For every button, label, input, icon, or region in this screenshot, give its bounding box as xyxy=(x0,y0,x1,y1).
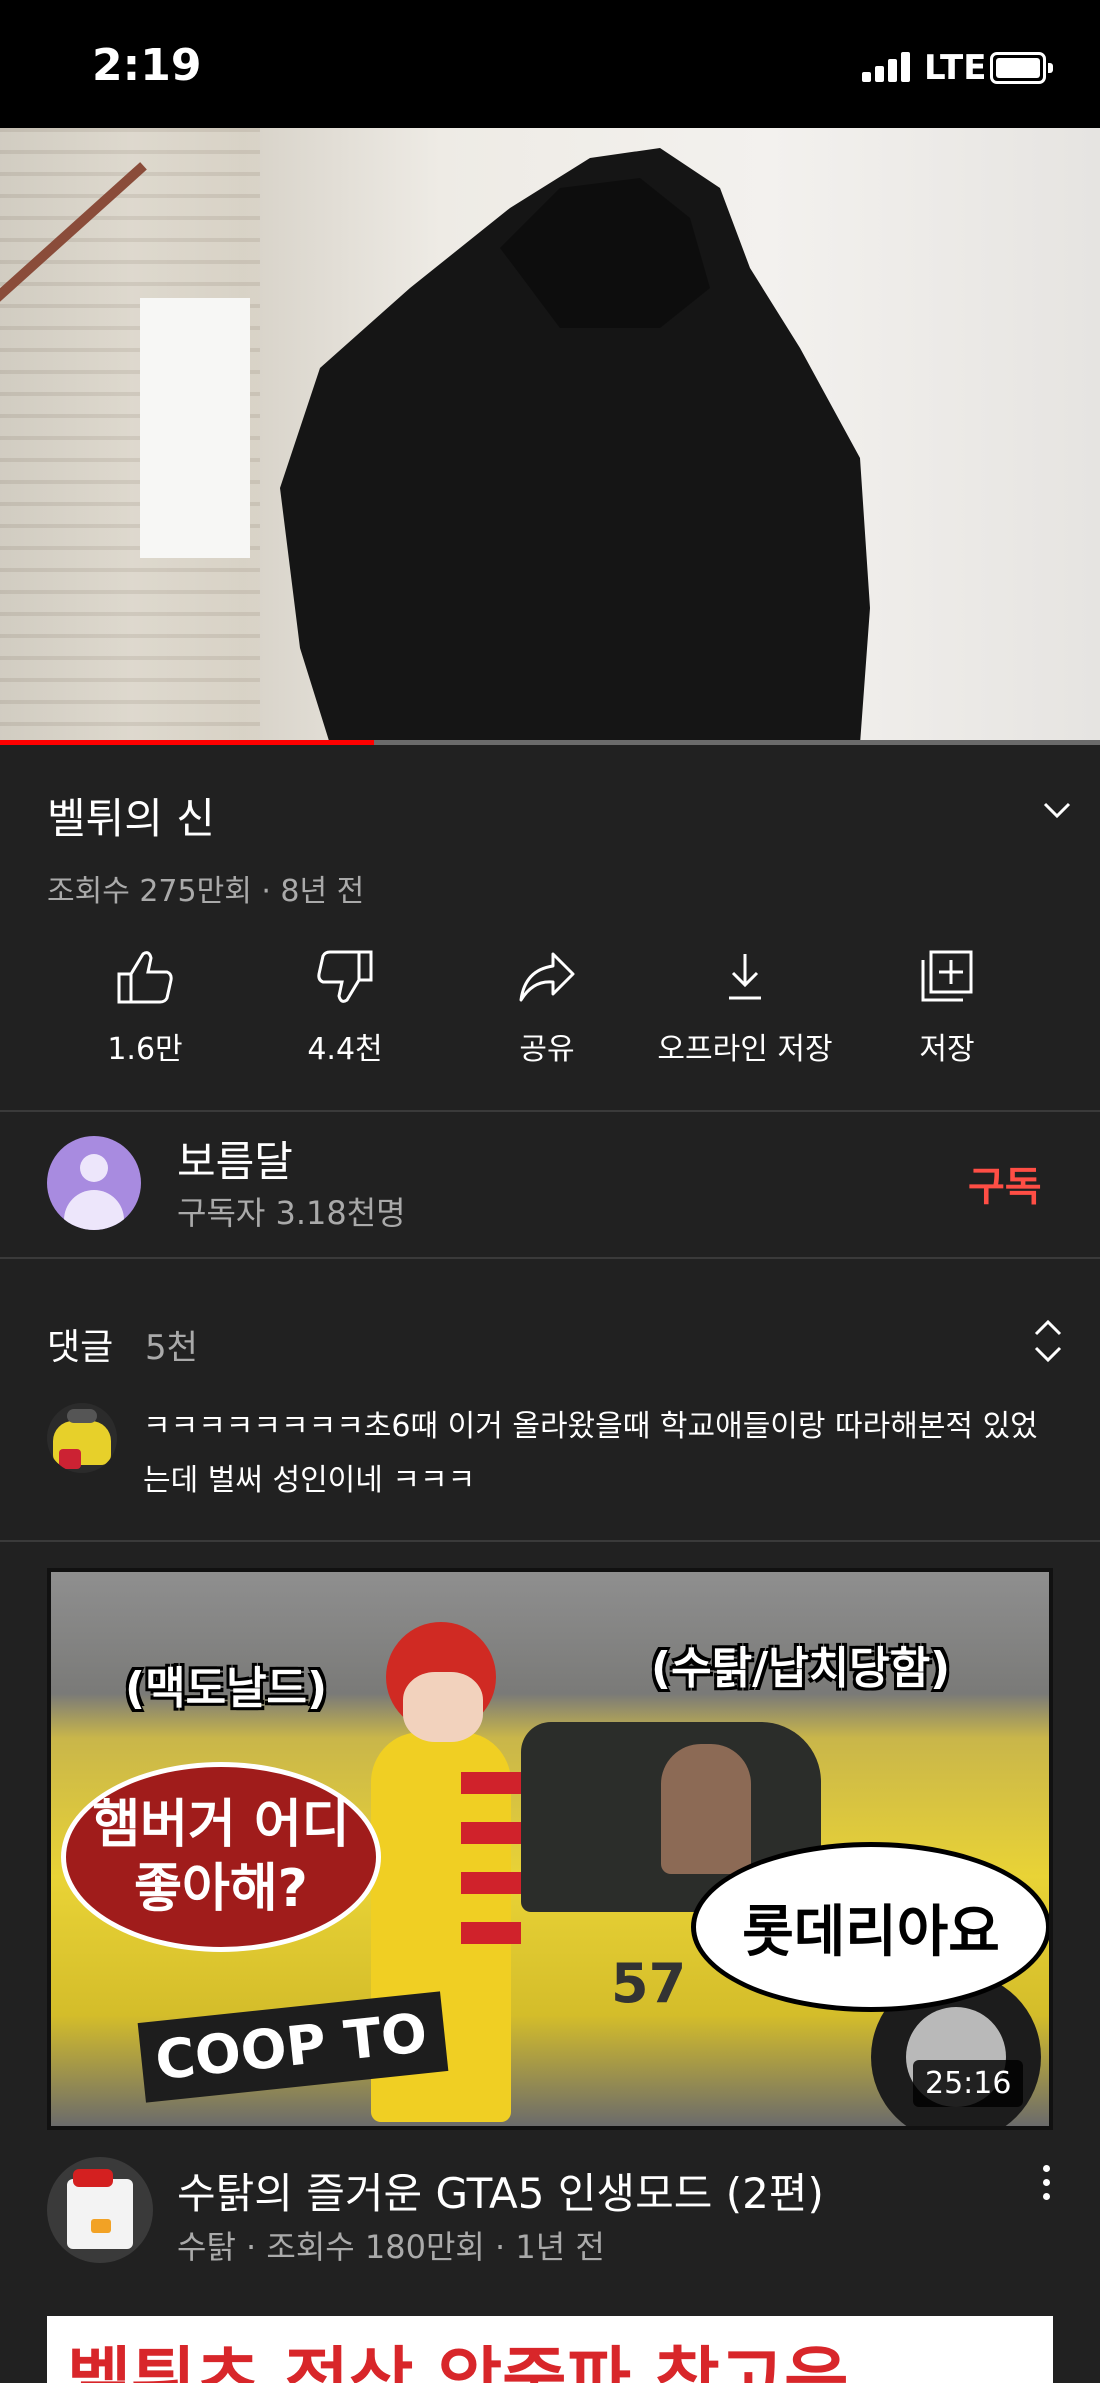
top-comment-text: ㅋㅋㅋㅋㅋㅋㅋㅋ초6때 이거 올라왔을때 학교애들이랑 따라해본적 있었는데 벌… xyxy=(143,1409,1038,1498)
next-video-thumbnail[interactable]: 벨튀츠 정상 앞중파 찾고음 xyxy=(47,2316,1053,2383)
dislike-button[interactable]: 4.4천 xyxy=(250,948,440,1068)
divider xyxy=(0,1257,1100,1259)
sleeve-stripe xyxy=(461,1922,521,1944)
driver-figure xyxy=(661,1744,751,1874)
share-button[interactable]: 공유 xyxy=(452,948,642,1068)
like-count: 1.6만 xyxy=(107,1032,183,1067)
chevron-down-icon[interactable] xyxy=(1042,800,1072,820)
download-label: 오프라인 저장 xyxy=(657,1032,833,1067)
divider xyxy=(0,1110,1100,1112)
channel-subscribers: 구독자 3.18천명 xyxy=(177,1194,406,1232)
status-time: 2:19 xyxy=(92,40,202,91)
dislike-count: 4.4천 xyxy=(307,1032,383,1067)
download-button[interactable]: 오프라인 저장 xyxy=(650,948,840,1068)
recommended-video-thumbnail[interactable]: COOP TO 57 (맥도날드) (수탉/납치당함) 햄버거 어디 좋아해? … xyxy=(47,1568,1053,2130)
battery-icon xyxy=(990,52,1053,84)
divider xyxy=(0,1540,1100,1542)
comments-title[interactable]: 댓글 xyxy=(47,1318,113,1370)
more-options-icon[interactable] xyxy=(1040,2165,1052,2205)
next-thumb-text: 벨튀츠 정상 앞중파 찾고음 xyxy=(67,2339,849,2383)
thumbnail-tag-left: (맥도날드) xyxy=(125,1663,328,1714)
channel-name[interactable]: 보름달 xyxy=(177,1128,293,1189)
subscribe-button[interactable]: 구독 xyxy=(968,1154,1042,1212)
doorway xyxy=(140,298,250,558)
save-button[interactable]: 저장 xyxy=(852,948,1042,1068)
sleeve-stripe xyxy=(461,1872,521,1894)
plate-number: 57 xyxy=(611,1952,687,2015)
person-in-black-hoodie xyxy=(280,148,870,744)
thumbs-down-icon xyxy=(317,950,373,1003)
recommended-channel-avatar[interactable] xyxy=(47,2157,153,2263)
save-label: 저장 xyxy=(919,1032,975,1067)
share-label: 공유 xyxy=(519,1032,575,1067)
progress-bar[interactable] xyxy=(0,740,1100,745)
commenter-avatar[interactable] xyxy=(47,1403,117,1473)
download-icon xyxy=(729,954,761,1000)
sleeve-stripe xyxy=(461,1822,521,1844)
add-to-playlist-icon xyxy=(921,950,973,1002)
like-button[interactable]: 1.6만 xyxy=(50,948,240,1068)
recommended-video-meta: 수탉 · 조회수 180만회 · 1년 전 xyxy=(177,2228,605,2266)
thumbs-up-icon xyxy=(117,951,173,1004)
share-icon xyxy=(519,952,575,1002)
speech-bubble-right: 롯데리아요 xyxy=(691,1842,1049,2012)
video-player[interactable] xyxy=(0,128,1100,744)
status-bar: 2:19 LTE xyxy=(0,0,1100,128)
channel-avatar[interactable] xyxy=(47,1136,141,1230)
action-row: 1.6만 4.4천 공유 오프라인 저장 저장 xyxy=(0,948,1100,1068)
video-title[interactable]: 벨튀의 신 xyxy=(47,785,215,846)
video-meta: 조회수 275만회 · 8년 전 xyxy=(47,874,365,909)
thumbnail-tag-right: (수탉/납치당함) xyxy=(651,1643,951,1694)
clown-face xyxy=(403,1672,483,1742)
expand-comments-icon[interactable] xyxy=(1030,1318,1066,1364)
sleeve-stripe xyxy=(461,1772,521,1794)
recommended-video-title[interactable]: 수탉의 즐거운 GTA5 인생모드 (2편) xyxy=(177,2160,824,2221)
comments-count: 5천 xyxy=(145,1328,198,1368)
network-label: LTE xyxy=(924,48,987,88)
speech-bubble-left: 햄버거 어디 좋아해? xyxy=(61,1762,381,1952)
video-duration: 25:16 xyxy=(913,2060,1024,2107)
progress-fill xyxy=(0,740,374,745)
signal-icon xyxy=(862,52,914,82)
